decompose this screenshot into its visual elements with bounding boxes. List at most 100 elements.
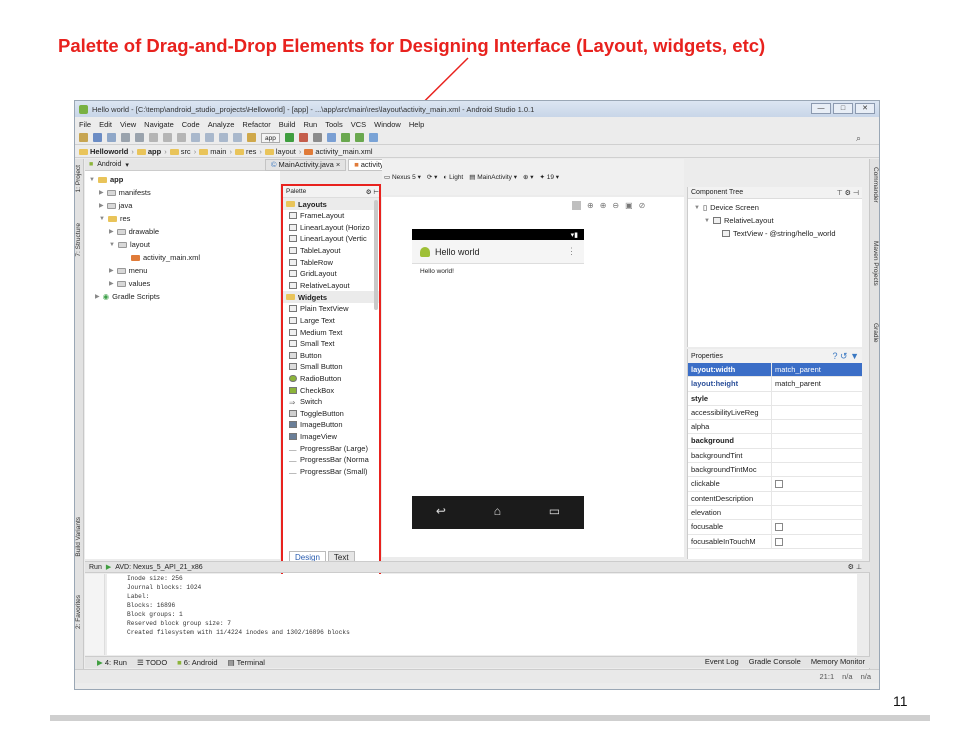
chevron-down-icon[interactable]: ▾ bbox=[125, 161, 129, 169]
project-view-select[interactable]: Android bbox=[97, 161, 121, 168]
property-row[interactable]: alpha bbox=[688, 420, 862, 435]
palette-item[interactable]: LinearLayout (Vertic bbox=[283, 233, 379, 245]
tree-item-activity-main[interactable]: activity_main.xml bbox=[131, 253, 200, 262]
property-row[interactable]: elevation bbox=[688, 505, 862, 521]
menu-view[interactable]: View bbox=[120, 120, 136, 129]
avd-manager-icon[interactable] bbox=[354, 133, 364, 142]
tab-favorites[interactable]: 2: Favorites bbox=[75, 595, 84, 629]
back-icon[interactable] bbox=[219, 133, 228, 142]
tab-run[interactable]: ▶ 4: Run bbox=[97, 658, 127, 667]
menu-vcs[interactable]: VCS bbox=[351, 120, 366, 129]
properties-toolbar[interactable]: ? ↺ ▼ bbox=[833, 351, 859, 362]
palette-item[interactable]: ImageView bbox=[283, 431, 379, 443]
tab-maven-projects[interactable]: Maven Projects bbox=[869, 241, 879, 286]
tree-item-app[interactable]: ▼ app bbox=[89, 175, 123, 184]
tree-item-drawable[interactable]: ▶ drawable bbox=[109, 227, 159, 236]
palette-item[interactable]: GridLayout bbox=[283, 268, 379, 280]
menu-navigate[interactable]: Navigate bbox=[144, 120, 174, 129]
tab-event-log[interactable]: Event Log bbox=[705, 657, 739, 666]
attach-icon[interactable] bbox=[312, 133, 322, 142]
paste-icon[interactable] bbox=[177, 133, 186, 142]
undo-icon[interactable] bbox=[121, 133, 130, 142]
tree-item-java[interactable]: ▶ java bbox=[99, 201, 132, 210]
menu-help[interactable]: Help bbox=[409, 120, 424, 129]
device-select[interactable]: ▭ Nexus 5 ▾ bbox=[384, 173, 421, 181]
palette-item[interactable]: ToggleButton bbox=[283, 408, 379, 420]
tab-structure[interactable]: 7: Structure bbox=[75, 223, 84, 257]
make-icon[interactable] bbox=[247, 133, 256, 142]
focusable-checkbox[interactable] bbox=[775, 523, 783, 532]
copy-icon[interactable] bbox=[163, 133, 172, 142]
tree-item-gradle-scripts[interactable]: ▶ ◉ Gradle Scripts bbox=[95, 292, 160, 301]
tab-gradle[interactable]: Gradle bbox=[869, 323, 879, 343]
breadcrumb-item[interactable]: layout bbox=[264, 147, 296, 156]
close-icon[interactable]: × bbox=[336, 159, 340, 171]
run-console[interactable]: Inode size: 256 Journal blocks: 1024 Lab… bbox=[107, 574, 857, 655]
gear-icon[interactable]: ⚙ ⊢ bbox=[366, 188, 379, 196]
menu-analyze[interactable]: Analyze bbox=[208, 120, 235, 129]
property-row[interactable]: clickable bbox=[688, 477, 862, 492]
tree-item-layout[interactable]: ▼ layout bbox=[109, 240, 150, 249]
menu-file[interactable]: File bbox=[79, 120, 91, 129]
sdk-manager-icon[interactable] bbox=[340, 133, 350, 142]
breadcrumb-item[interactable]: activity_main.xml bbox=[304, 147, 373, 156]
palette-item[interactable]: Small Text bbox=[283, 338, 379, 350]
tree-node-relative-layout[interactable]: ▼ RelativeLayout bbox=[704, 216, 774, 225]
tab-main-activity[interactable]: © MainActivity.java × bbox=[265, 159, 347, 171]
cut-icon[interactable] bbox=[149, 133, 158, 142]
orientation-select[interactable]: ⟳ ▾ bbox=[427, 173, 438, 181]
tree-item-manifests[interactable]: ▶ manifests bbox=[99, 188, 151, 197]
tree-node-textview[interactable]: TextView - @string/hello_world bbox=[722, 229, 836, 238]
property-row[interactable]: backgroundTintMoc bbox=[688, 463, 862, 478]
run-icon[interactable] bbox=[284, 133, 294, 142]
activity-select[interactable]: ▤ MainActivity ▾ bbox=[469, 173, 517, 181]
gear-icon[interactable]: ⚙ ⊥ bbox=[848, 563, 862, 571]
palette-item[interactable]: TableLayout bbox=[283, 245, 379, 257]
palette-item[interactable]: Large Text bbox=[283, 315, 379, 327]
tab-build-variants[interactable]: Build Variants bbox=[75, 517, 84, 557]
screenshot-icon[interactable]: ▣ bbox=[625, 201, 633, 210]
breadcrumb-item[interactable]: src bbox=[169, 147, 191, 156]
tab-android[interactable]: ■ 6: Android bbox=[177, 658, 217, 667]
tree-node-device-screen[interactable]: ▼ ▯ Device Screen bbox=[694, 203, 759, 212]
tree-item-res[interactable]: ▼ res bbox=[99, 214, 130, 223]
find-icon[interactable] bbox=[191, 133, 200, 142]
palette-item[interactable]: CheckBox bbox=[283, 384, 379, 396]
palette-item[interactable]: — ProgressBar (Norma bbox=[283, 454, 379, 466]
palette-item[interactable]: Button bbox=[283, 350, 379, 362]
api-select[interactable]: ✦ 19 ▾ bbox=[539, 173, 559, 181]
zoom-fit-icon[interactable] bbox=[572, 201, 581, 210]
palette-item[interactable]: Plain TextView bbox=[283, 303, 379, 315]
run-config-select[interactable]: app bbox=[261, 132, 280, 143]
property-row[interactable]: layout:width match_parent bbox=[688, 363, 862, 378]
palette-item[interactable]: ImageButton bbox=[283, 419, 379, 431]
tab-project[interactable]: 1: Project bbox=[75, 165, 84, 192]
zoom-in-icon[interactable]: ⊕ bbox=[600, 201, 607, 210]
tab-terminal[interactable]: ▤ Terminal bbox=[228, 658, 265, 667]
property-row[interactable]: accessibilityLiveReg bbox=[688, 405, 862, 421]
cursor-position[interactable]: 21:1 bbox=[820, 672, 835, 681]
tab-todo[interactable]: ☰ TODO bbox=[137, 658, 167, 667]
breadcrumb-item[interactable]: app bbox=[136, 147, 161, 156]
menu-refactor[interactable]: Refactor bbox=[242, 120, 270, 129]
forward-icon[interactable] bbox=[233, 133, 242, 142]
help-icon[interactable] bbox=[368, 133, 378, 142]
project-structure-icon[interactable] bbox=[326, 133, 336, 142]
palette-section-widgets[interactable]: Widgets bbox=[283, 291, 379, 304]
menu-build[interactable]: Build bbox=[279, 120, 296, 129]
palette-item[interactable]: FrameLayout bbox=[283, 210, 379, 222]
minimize-button[interactable]: — bbox=[811, 103, 831, 114]
tab-memory-monitor[interactable]: Memory Monitor bbox=[811, 657, 865, 666]
palette-item[interactable]: TableRow bbox=[283, 256, 379, 268]
zoom-out-icon[interactable]: ⊖ bbox=[612, 201, 619, 210]
zoom-actual-icon[interactable]: ⊕ bbox=[587, 201, 594, 210]
replace-icon[interactable] bbox=[205, 133, 214, 142]
palette-item[interactable]: Medium Text bbox=[283, 326, 379, 338]
refresh-icon[interactable]: ⊘ bbox=[639, 201, 646, 210]
palette-item[interactable]: — ProgressBar (Small) bbox=[283, 465, 379, 477]
hello-world-textview[interactable]: Hello world! bbox=[420, 268, 454, 275]
tree-item-menu[interactable]: ▶ menu bbox=[109, 266, 147, 275]
palette-item[interactable]: LinearLayout (Horizo bbox=[283, 222, 379, 234]
tree-item-values[interactable]: ▶ values bbox=[109, 279, 150, 288]
property-row[interactable]: background bbox=[688, 434, 862, 449]
